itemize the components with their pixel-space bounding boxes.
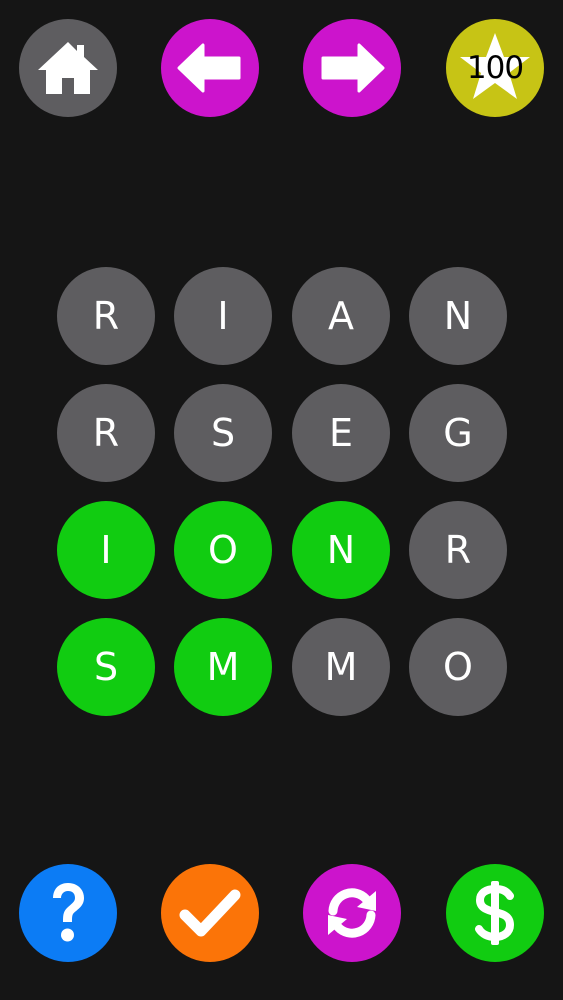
letter-tile[interactable]: O — [409, 618, 507, 716]
check-button[interactable] — [161, 864, 259, 962]
back-button[interactable] — [161, 19, 259, 117]
tile-letter: G — [443, 411, 473, 455]
tile-letter: O — [443, 645, 473, 689]
forward-button[interactable] — [303, 19, 401, 117]
letter-tile[interactable]: I — [174, 267, 272, 365]
letter-tile[interactable]: M — [292, 618, 390, 716]
letter-tile[interactable]: G — [409, 384, 507, 482]
checkmark-icon — [179, 889, 241, 937]
help-button[interactable] — [19, 864, 117, 962]
letter-tile[interactable]: M — [174, 618, 272, 716]
tile-letter: M — [206, 645, 240, 689]
tile-letter: R — [92, 411, 120, 455]
letter-tile[interactable]: R — [57, 384, 155, 482]
letter-grid: R I A N R S E G I O N R S M M O — [57, 267, 507, 716]
house-icon — [38, 42, 98, 94]
tile-letter: E — [328, 411, 353, 455]
tile-letter: M — [324, 645, 358, 689]
shop-button[interactable] — [446, 864, 544, 962]
tile-letter: R — [92, 294, 120, 338]
home-button[interactable] — [19, 19, 117, 117]
coin-badge: 100 — [446, 19, 544, 117]
arrow-left-icon — [177, 43, 241, 93]
tile-letter: O — [208, 528, 238, 572]
letter-tile[interactable]: S — [57, 618, 155, 716]
refresh-icon — [328, 888, 376, 938]
letter-tile[interactable]: E — [292, 384, 390, 482]
letter-tile[interactable]: N — [409, 267, 507, 365]
arrow-right-icon — [321, 43, 385, 93]
letter-tile[interactable]: N — [292, 501, 390, 599]
letter-tile[interactable]: R — [57, 267, 155, 365]
tile-letter: N — [443, 294, 473, 338]
tile-letter: I — [100, 528, 112, 572]
tile-letter: S — [93, 645, 119, 689]
shuffle-button[interactable] — [303, 864, 401, 962]
tile-letter: R — [444, 528, 472, 572]
question-mark-icon — [53, 883, 84, 942]
letter-tile[interactable]: O — [174, 501, 272, 599]
coin-count: 100 — [466, 50, 524, 86]
tile-letter: N — [326, 528, 356, 572]
dollar-sign-icon — [475, 881, 515, 945]
letter-tile[interactable]: I — [57, 501, 155, 599]
letter-tile[interactable]: R — [409, 501, 507, 599]
letter-tile[interactable]: A — [292, 267, 390, 365]
tile-letter: I — [217, 294, 229, 338]
tile-letter: S — [210, 411, 236, 455]
letter-tile[interactable]: S — [174, 384, 272, 482]
tile-letter: A — [328, 294, 354, 338]
